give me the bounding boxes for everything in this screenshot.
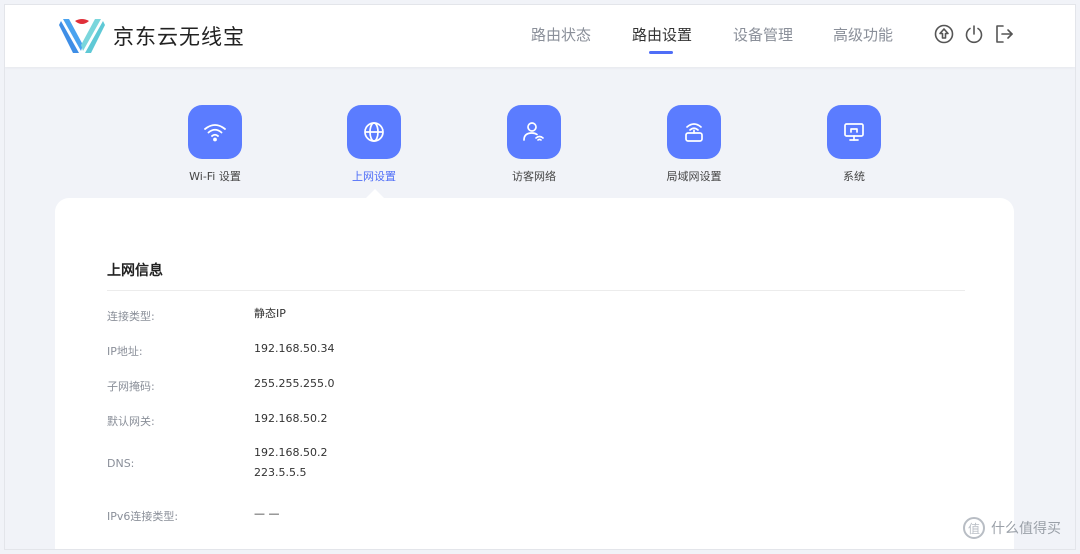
- section-title: 上网信息: [107, 263, 163, 279]
- category-guest-network[interactable]: 访客网络: [479, 105, 589, 184]
- info-key: IP地址:: [107, 345, 143, 358]
- app-frame: 京东云无线宝 路由状态 路由设置 设备管理 高级功能 Wi-Fi 设置 上网设置…: [4, 4, 1076, 550]
- section-divider: [107, 290, 965, 291]
- info-value-dns-secondary: 223.5.5.5: [254, 466, 307, 479]
- info-key: IPv6连接类型:: [107, 510, 179, 523]
- internet-info-card: 上网信息 连接类型: 静态IP IP地址: 192.168.50.34 子网掩码…: [55, 198, 1014, 549]
- info-value: 192.168.50.34: [254, 342, 335, 355]
- nav-router-status[interactable]: 路由状态: [531, 24, 591, 45]
- wifi-icon[interactable]: [188, 105, 242, 159]
- nav-advanced[interactable]: 高级功能: [833, 24, 893, 45]
- category-label: 上网设置: [352, 170, 396, 183]
- info-value: — —: [254, 507, 280, 520]
- category-lan-settings[interactable]: 局域网设置: [639, 105, 749, 184]
- monitor-icon[interactable]: [827, 105, 881, 159]
- watermark-text: 什么值得买: [991, 521, 1061, 537]
- nav-device-management[interactable]: 设备管理: [733, 24, 793, 45]
- category-wifi-settings[interactable]: Wi-Fi 设置: [160, 105, 270, 184]
- watermark-icon: 值: [963, 517, 985, 539]
- category-label: 局域网设置: [666, 170, 722, 183]
- info-value: 255.255.255.0: [254, 377, 335, 390]
- upgrade-icon[interactable]: [933, 23, 955, 45]
- info-value-dns-primary: 192.168.50.2: [254, 446, 328, 459]
- router-icon[interactable]: [667, 105, 721, 159]
- category-label: 系统: [843, 170, 865, 183]
- info-key: 连接类型:: [107, 310, 155, 323]
- guest-icon[interactable]: [507, 105, 561, 159]
- info-key: 子网掩码:: [107, 380, 155, 393]
- nav-router-settings[interactable]: 路由设置: [632, 24, 692, 45]
- info-value: 静态IP: [254, 307, 286, 320]
- category-system[interactable]: 系统: [799, 105, 909, 184]
- info-key: 默认网关:: [107, 415, 155, 428]
- power-icon[interactable]: [963, 23, 985, 45]
- top-header: 京东云无线宝 路由状态 路由设置 设备管理 高级功能: [5, 5, 1075, 67]
- globe-icon[interactable]: [347, 105, 401, 159]
- category-internet-settings[interactable]: 上网设置: [319, 105, 429, 184]
- brand-name: 京东云无线宝: [113, 25, 245, 49]
- brand-logo-icon: [59, 19, 105, 53]
- watermark: 值 什么值得买: [963, 517, 1061, 539]
- nav-active-indicator: [649, 51, 673, 54]
- info-key: DNS:: [107, 457, 135, 470]
- logout-icon[interactable]: [993, 23, 1015, 45]
- category-label: 访客网络: [512, 170, 556, 183]
- category-label: Wi-Fi 设置: [189, 170, 241, 183]
- info-value: 192.168.50.2: [254, 412, 328, 425]
